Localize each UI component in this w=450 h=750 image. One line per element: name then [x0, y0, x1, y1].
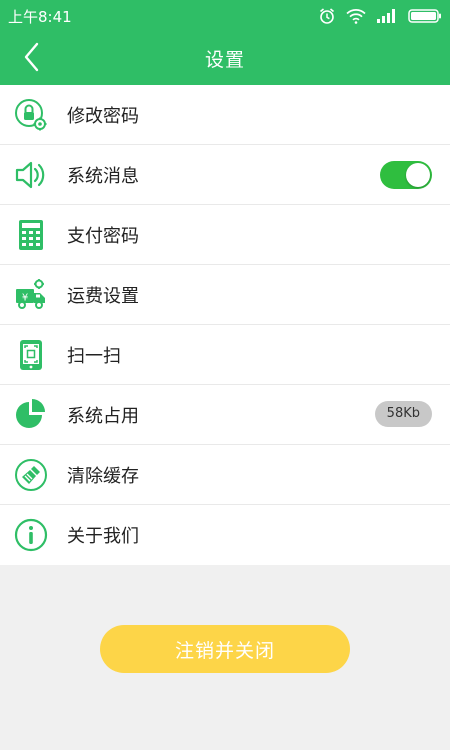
- status-bar: 上午8:41: [0, 0, 450, 32]
- info-icon: [14, 518, 48, 552]
- settings-item-shipping[interactable]: ¥ 运费设置: [0, 265, 450, 325]
- scan-phone-icon: [14, 338, 48, 372]
- delivery-truck-icon: ¥: [14, 278, 48, 312]
- title-bar: 设置: [0, 32, 450, 85]
- status-time: 上午8:41: [8, 7, 72, 26]
- storage-size-badge: 58Kb: [374, 401, 432, 427]
- chevron-left-icon: [22, 42, 42, 76]
- keypad-icon: [14, 218, 48, 252]
- lock-gear-icon: [14, 98, 48, 132]
- signal-icon: [376, 8, 398, 24]
- settings-item-clear-cache[interactable]: 清除缓存: [0, 445, 450, 505]
- back-button[interactable]: [14, 32, 50, 85]
- battery-icon: [408, 8, 442, 24]
- settings-item-label: 清除缓存: [67, 465, 139, 487]
- alarm-icon: [318, 7, 336, 25]
- settings-item-label: 修改密码: [67, 105, 139, 127]
- settings-item-payment-password[interactable]: 支付密码: [0, 205, 450, 265]
- toggle-knob: [406, 163, 430, 187]
- speaker-icon: [14, 158, 48, 192]
- settings-item-label: 系统占用: [67, 405, 139, 427]
- settings-item-label: 支付密码: [67, 225, 139, 247]
- settings-item-about-us[interactable]: 关于我们: [0, 505, 450, 565]
- settings-item-label: 扫一扫: [67, 345, 121, 367]
- settings-item-system-messages[interactable]: 系统消息: [0, 145, 450, 205]
- settings-list: 修改密码 系统消息 支付密码 ¥ 运费设置 扫一扫 系统占用 58Kb 清除缓存…: [0, 85, 450, 565]
- logout-close-button[interactable]: 注销并关闭: [100, 625, 350, 673]
- settings-item-label: 系统消息: [67, 165, 139, 187]
- settings-item-change-password[interactable]: 修改密码: [0, 85, 450, 145]
- page-title: 设置: [204, 49, 245, 71]
- system-messages-toggle[interactable]: [380, 161, 432, 189]
- settings-item-scan[interactable]: 扫一扫: [0, 325, 450, 385]
- pie-chart-icon: [14, 398, 48, 432]
- settings-item-label: 运费设置: [67, 285, 139, 307]
- broom-icon: [14, 458, 48, 492]
- wifi-icon: [346, 8, 366, 24]
- settings-item-storage[interactable]: 系统占用 58Kb: [0, 385, 450, 445]
- settings-item-label: 关于我们: [67, 526, 139, 547]
